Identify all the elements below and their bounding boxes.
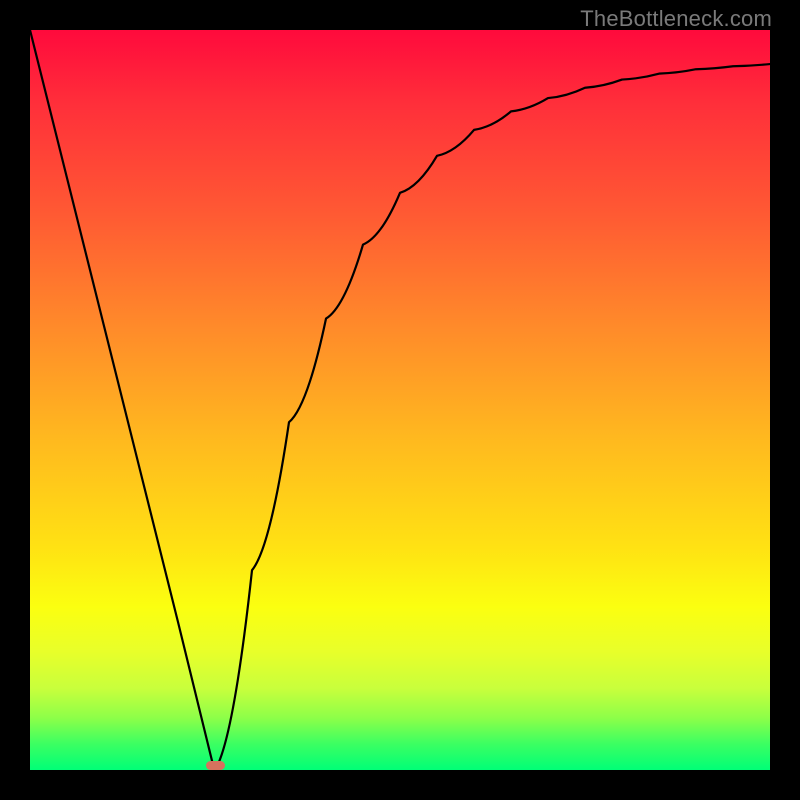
chart-frame: TheBottleneck.com (0, 0, 800, 800)
optimal-marker (206, 761, 225, 770)
watermark-text: TheBottleneck.com (580, 6, 772, 32)
bottleneck-curve (30, 30, 770, 770)
plot-area (30, 30, 770, 770)
